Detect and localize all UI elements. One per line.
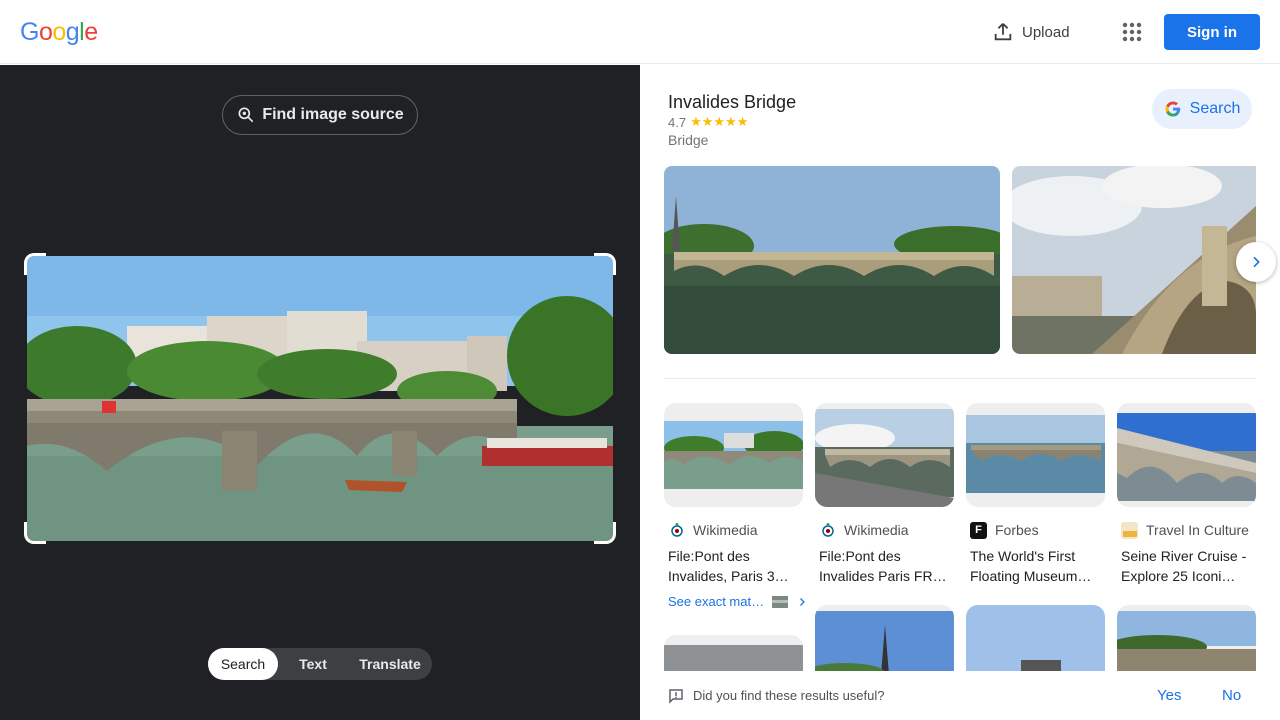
section-divider	[664, 378, 1256, 379]
mode-switcher: Search Text Translate	[208, 648, 432, 680]
crop-selection[interactable]	[24, 253, 616, 544]
wikimedia-icon	[819, 522, 836, 539]
feedback-icon	[669, 689, 683, 704]
result-source-name: Wikimedia	[693, 522, 758, 538]
rating-value: 4.7	[668, 114, 687, 130]
query-image-panel: Find image source Search Text Translate	[0, 65, 640, 720]
mode-text-tab[interactable]: Text	[278, 648, 348, 680]
entity-search-label: Search	[1189, 100, 1241, 117]
logo-letter: o	[52, 18, 66, 46]
feedback-bar: Did you find these results useful? Yes N…	[640, 671, 1280, 720]
entity-rating: 4.7 ★★★★★	[668, 114, 748, 130]
feedback-question: Did you find these results useful?	[693, 688, 885, 703]
result-title[interactable]: Seine River Cruise - Explore 25 Iconi…	[1117, 546, 1256, 586]
chevron-right-icon	[1253, 256, 1260, 268]
query-image	[27, 256, 613, 541]
upload-button[interactable]: Upload	[992, 20, 1070, 44]
image-search-icon	[238, 107, 254, 123]
logo-letter: G	[20, 18, 39, 46]
upload-label: Upload	[1022, 23, 1070, 41]
result-thumbnail[interactable]	[1117, 403, 1256, 507]
result-source-name: Wikimedia	[844, 522, 909, 538]
result-source: F Forbes	[966, 519, 1105, 541]
result-title[interactable]: File:Pont des Invalides Paris FR…	[815, 546, 954, 586]
wikimedia-icon	[668, 522, 685, 539]
logo-letter: o	[38, 18, 53, 46]
apps-grid-icon[interactable]	[1120, 20, 1144, 44]
result-card[interactable]: Travel In Culture Seine River Cruise - E…	[1117, 403, 1256, 586]
crop-handle-bottom-left[interactable]	[24, 522, 46, 544]
result-source: Wikimedia	[664, 519, 803, 541]
logo-letter: g	[65, 18, 80, 46]
see-exact-matches-label: See exact mat…	[668, 594, 765, 609]
result-card[interactable]: Wikimedia File:Pont des Invalides Paris …	[815, 403, 954, 586]
entity-search-button[interactable]: Search	[1152, 89, 1252, 129]
mode-translate-tab[interactable]: Translate	[348, 648, 432, 680]
results-panel: Invalides Bridge 4.7 ★★★★★ Bridge Search	[640, 65, 1280, 720]
logo-letter: e	[84, 18, 98, 46]
result-card[interactable]: Wikimedia File:Pont des Invalides, Paris…	[664, 403, 803, 586]
result-source: Travel In Culture	[1117, 519, 1256, 541]
result-title[interactable]: The World's First Floating Museum…	[966, 546, 1105, 586]
google-g-icon	[1165, 101, 1180, 117]
crop-handle-top-left[interactable]	[24, 253, 46, 275]
chevron-right-icon	[800, 597, 805, 606]
crop-handle-top-right[interactable]	[594, 253, 616, 275]
entity-image-1[interactable]	[664, 166, 1000, 354]
google-logo[interactable]: Google	[20, 18, 98, 47]
find-image-source-label: Find image source	[262, 106, 404, 123]
upload-icon	[994, 23, 1012, 41]
mode-search-tab[interactable]: Search	[208, 648, 278, 680]
forbes-icon: F	[970, 521, 987, 539]
result-thumbnail[interactable]	[966, 403, 1105, 507]
next-images-button[interactable]	[1236, 242, 1276, 282]
feedback-yes-button[interactable]: Yes	[1157, 687, 1181, 704]
result-title[interactable]: File:Pont des Invalides, Paris 3…	[664, 546, 803, 586]
exact-match-thumbnail	[772, 595, 789, 608]
entity-image-2[interactable]	[1012, 166, 1256, 354]
result-thumbnail[interactable]	[664, 403, 803, 507]
sign-in-button[interactable]: Sign in	[1164, 14, 1260, 50]
entity-title[interactable]: Invalides Bridge	[668, 92, 796, 113]
find-image-source-button[interactable]: Find image source	[222, 95, 418, 135]
top-bar: Google Upload Sign in	[0, 0, 1280, 64]
result-card[interactable]: F Forbes The World's First Floating Muse…	[966, 403, 1105, 586]
result-source: Wikimedia	[815, 519, 954, 541]
entity-type: Bridge	[668, 132, 709, 148]
crop-handle-bottom-right[interactable]	[594, 522, 616, 544]
see-exact-matches-link[interactable]: See exact mat…	[668, 594, 808, 609]
rating-stars-icon: ★★★★★	[690, 114, 749, 129]
result-source-name: Travel In Culture	[1146, 522, 1249, 538]
result-thumbnail[interactable]	[815, 403, 954, 507]
travel-in-culture-icon	[1121, 521, 1138, 539]
feedback-no-button[interactable]: No	[1222, 687, 1241, 704]
result-source-name: Forbes	[995, 522, 1039, 538]
